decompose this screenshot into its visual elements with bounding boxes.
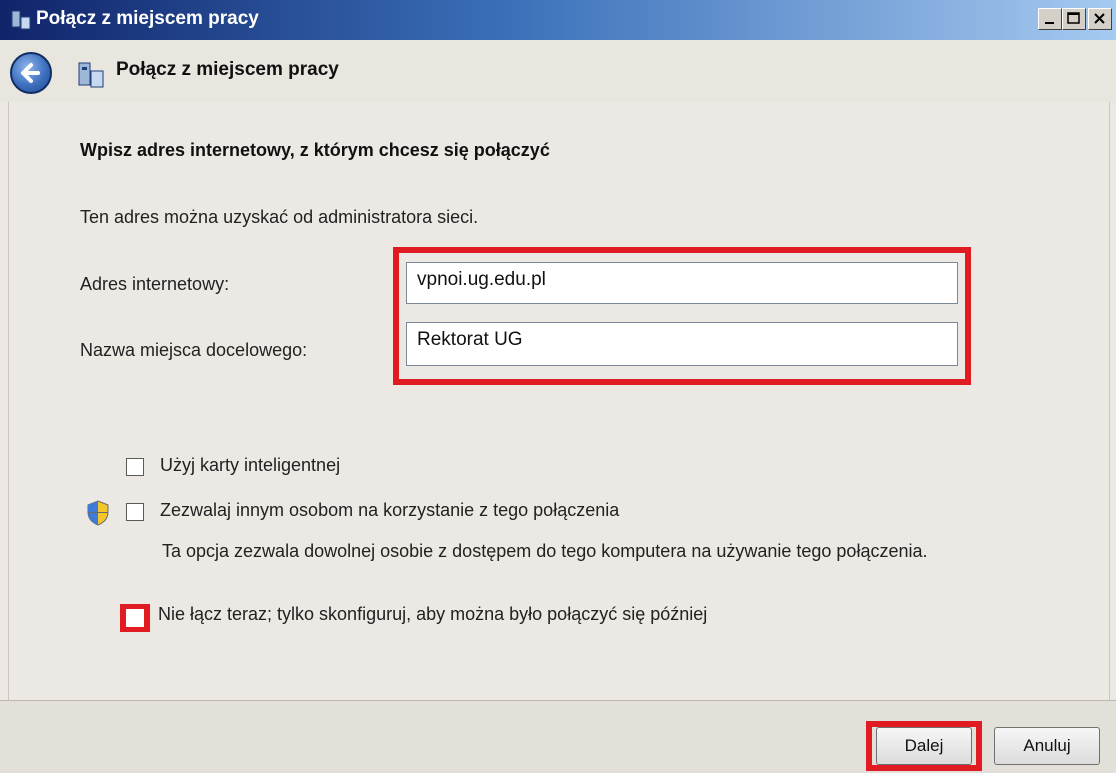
allow-others-note: Ta opcja zezwala dowolnej osobie z dostę… xyxy=(162,541,928,561)
minimize-icon xyxy=(1045,22,1054,24)
dont-connect-label: Nie łącz teraz; tylko skonfiguruj, aby m… xyxy=(158,604,708,624)
cancel-button[interactable]: Anuluj xyxy=(994,727,1100,765)
uac-shield-icon xyxy=(86,500,110,526)
page-heading: Wpisz adres internetowy, z którym chcesz… xyxy=(80,140,550,160)
wizard-header: Połącz z miejscem pracy xyxy=(0,40,1116,102)
network-icon xyxy=(76,60,106,90)
minimize-button[interactable] xyxy=(1038,8,1062,30)
smart-card-checkbox[interactable] xyxy=(126,458,144,476)
network-icon xyxy=(10,9,32,31)
maximize-button[interactable] xyxy=(1062,8,1086,30)
allow-others-checkbox[interactable] xyxy=(126,503,144,521)
address-input[interactable]: vpnoi.ug.edu.pl xyxy=(406,262,958,304)
smart-card-label: Użyj karty inteligentnej xyxy=(160,455,341,475)
page-description: Ten adres można uzyskać od administrator… xyxy=(80,207,479,227)
back-arrow-icon xyxy=(21,63,40,83)
wizard-title: Połącz z miejscem pracy xyxy=(116,59,339,80)
title-bar: Połącz z miejscem pracy xyxy=(0,0,1116,40)
window-title: Połącz z miejscem pracy xyxy=(36,8,259,29)
destination-label: Nazwa miejsca docelowego: xyxy=(80,340,308,360)
maximize-icon xyxy=(1067,12,1080,24)
allow-others-label: Zezwalaj innym osobom na korzystanie z t… xyxy=(160,500,620,520)
close-icon xyxy=(1094,13,1105,24)
next-button[interactable]: Dalej xyxy=(876,727,972,765)
dialog-window: Połącz z miejscem pracy Połącz z miejsce… xyxy=(0,0,1116,773)
dont-connect-checkbox[interactable] xyxy=(126,609,144,627)
back-button[interactable] xyxy=(10,52,52,94)
destination-input[interactable]: Rektorat UG xyxy=(406,322,958,366)
address-label: Adres internetowy: xyxy=(80,274,230,294)
close-button[interactable] xyxy=(1088,8,1112,30)
